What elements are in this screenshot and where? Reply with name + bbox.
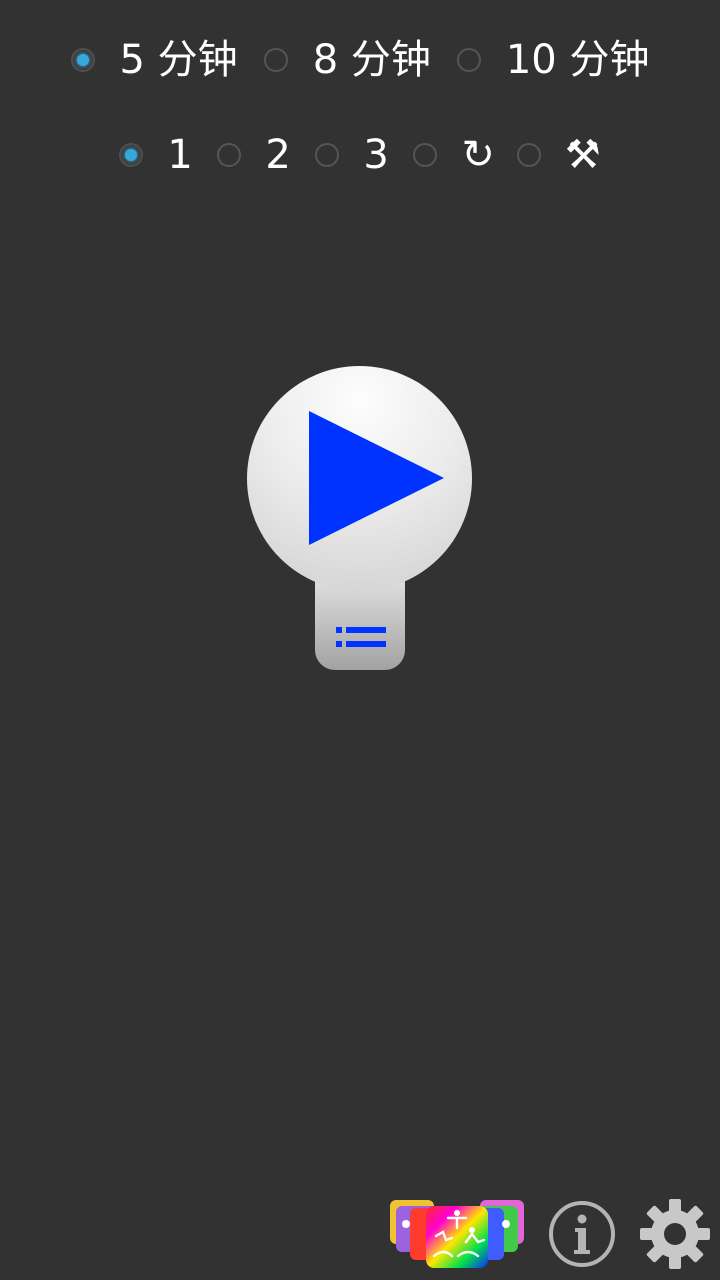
apps-icon[interactable] bbox=[388, 1198, 526, 1270]
radio-button[interactable] bbox=[263, 48, 288, 72]
duration-option-5min[interactable]: 5 分钟 bbox=[70, 37, 238, 83]
set-label: 1 bbox=[167, 132, 193, 178]
set-radio-group: 1 2 3 ↻ ⚒ bbox=[0, 125, 720, 185]
hammer-pick-icon: ⚒ bbox=[564, 132, 601, 178]
gear-icon[interactable] bbox=[640, 1199, 710, 1269]
list-icon bbox=[336, 627, 386, 647]
duration-label: 8 分钟 bbox=[312, 37, 431, 83]
set-option-repeat[interactable]: ↻ bbox=[413, 135, 495, 175]
radio-button[interactable] bbox=[413, 143, 438, 167]
set-label: 2 bbox=[265, 132, 291, 178]
radio-button[interactable] bbox=[119, 143, 144, 167]
info-icon[interactable] bbox=[548, 1200, 616, 1268]
duration-option-10min[interactable]: 10 分钟 bbox=[456, 37, 650, 83]
radio-button[interactable] bbox=[315, 143, 340, 167]
set-option-3[interactable]: 3 bbox=[315, 135, 391, 175]
radio-button[interactable] bbox=[70, 48, 95, 72]
set-option-custom[interactable]: ⚒ bbox=[516, 132, 601, 178]
duration-radio-group: 5 分钟 8 分钟 10 分钟 bbox=[0, 30, 720, 90]
set-label: 3 bbox=[363, 132, 389, 178]
set-option-1[interactable]: 1 bbox=[119, 135, 195, 175]
radio-button[interactable] bbox=[456, 48, 481, 72]
repeat-icon: ↻ bbox=[461, 132, 495, 178]
duration-label: 10 分钟 bbox=[505, 37, 650, 83]
set-option-2[interactable]: 2 bbox=[217, 135, 293, 175]
duration-option-8min[interactable]: 8 分钟 bbox=[263, 37, 431, 83]
radio-button[interactable] bbox=[217, 143, 242, 167]
radio-button[interactable] bbox=[516, 143, 541, 167]
duration-label: 5 分钟 bbox=[119, 37, 238, 83]
play-icon bbox=[309, 411, 444, 545]
play-button[interactable] bbox=[247, 366, 472, 591]
